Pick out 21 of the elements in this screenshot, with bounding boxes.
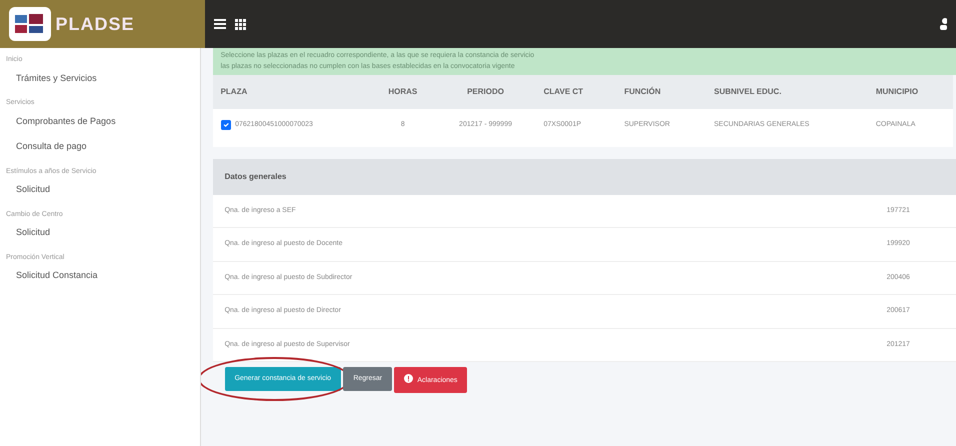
card-title: Datos generales	[212, 158, 956, 194]
user-icon[interactable]	[939, 18, 947, 30]
sidebar-item[interactable]: Solicitud Constancia	[0, 265, 200, 291]
menu-icon[interactable]	[214, 19, 226, 29]
sidebar-item[interactable]: Solicitud	[0, 179, 200, 205]
logo-icon	[9, 7, 51, 41]
alert-icon	[404, 374, 414, 382]
sidebar-item[interactable]: Trámites y Servicios	[0, 68, 200, 94]
column-header: MUNICIPIO	[868, 75, 953, 109]
sidebar-item[interactable]: Solicitud	[0, 222, 200, 248]
row-checkbox[interactable]	[220, 120, 231, 130]
sidebar-item[interactable]: Consulta de pago	[0, 136, 200, 162]
column-header: HORAS	[370, 75, 436, 109]
brand-name: PLADSE	[56, 12, 135, 36]
column-header: PERIODO	[435, 75, 536, 109]
grid-icon[interactable]	[235, 18, 246, 30]
column-header: FUNCIÓN	[616, 75, 706, 109]
sidebar-item[interactable]: Comprobantes de Pagos	[0, 110, 200, 136]
column-header: PLAZA	[212, 75, 370, 109]
column-header: CLAVE CT	[536, 75, 616, 109]
column-header: SUBNIVEL EDUC.	[706, 75, 868, 109]
